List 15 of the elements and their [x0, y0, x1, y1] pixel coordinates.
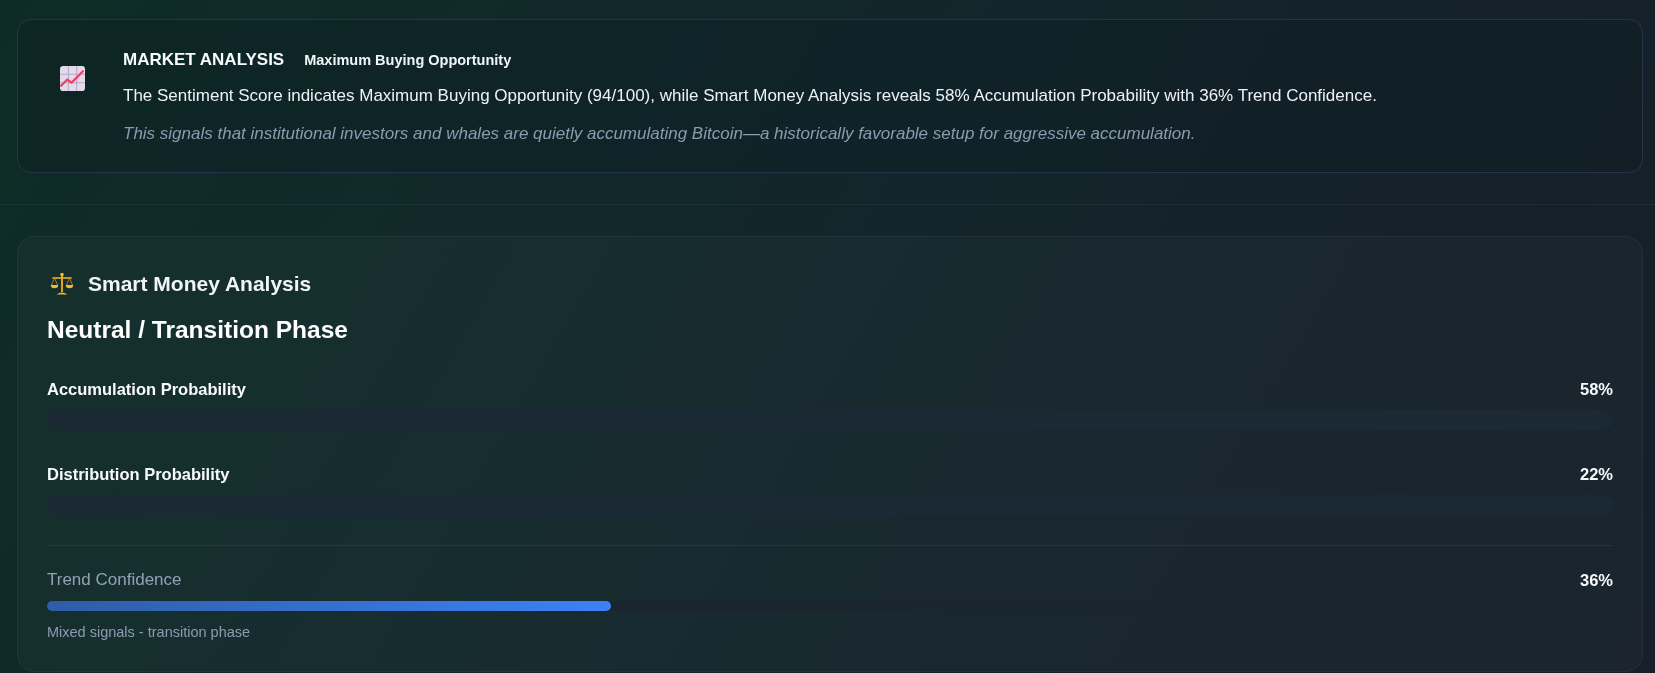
balance-scale-icon	[50, 272, 74, 296]
summary-text: The Sentiment Score indicates Maximum Buying Opportunity (94/100), while Smart Money Analysis reveals 58% Accumulation Probability with 36% Trend Confidence.	[123, 85, 1377, 107]
meter-label: Distribution Probability	[47, 464, 230, 484]
section-title: Smart Money Analysis	[88, 271, 312, 297]
rating-label: Maximum Buying Opportunity	[304, 51, 512, 70]
note-text: This signals that institutional investors and whales are quietly accumulating Bitcoin—a historically favorable setup for aggressive accumulation.	[123, 123, 1197, 145]
meter-reading: 58%	[1579, 379, 1613, 399]
meter-label: Accumulation Probability	[47, 379, 246, 399]
meter-reading: 36%	[1579, 570, 1613, 590]
meter-reading: 22%	[1579, 464, 1613, 484]
meter-caption: Mixed signals - transition phase	[47, 623, 251, 641]
meter-label: Trend Confidence	[47, 570, 182, 590]
phase-heading: Neutral / Transition Phase	[47, 315, 348, 345]
section-title: MARKET ANALYSIS	[123, 49, 285, 71]
chart-increasing-icon	[60, 66, 85, 91]
